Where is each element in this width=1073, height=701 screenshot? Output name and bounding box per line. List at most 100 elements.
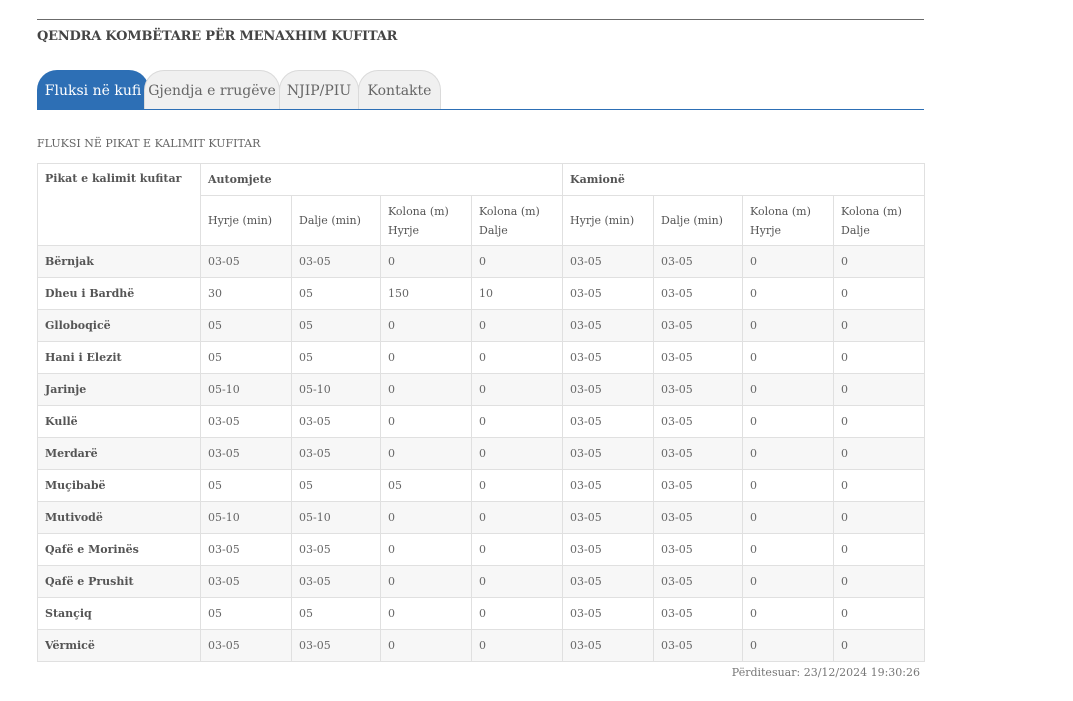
table-cell: 0 [470,469,564,502]
column-header: Hyrje (min) [200,195,292,246]
table-cell: 05 [291,277,381,310]
table-cell: 0 [380,533,472,566]
table-cell: 0 [380,437,472,470]
table-cell: 03-05 [562,245,655,278]
tab-gjendja-e-rrugeve[interactable]: Gjendja e rrugëve [144,70,280,109]
crossing-name: Jarinje [37,373,201,406]
table-cell: 0 [742,533,835,566]
table-cell: 0 [470,437,564,470]
crossing-name: Merdarë [37,437,201,470]
table-row: Hani i Elezit 05 05 0 0 03-05 03-05 0 0 [37,341,926,374]
table-row: Jarinje 05-10 05-10 0 0 03-05 03-05 0 0 [37,373,926,406]
table-cell: 0 [833,437,926,470]
tab-bar: Fluksi në kufi Gjendja e rrugëve NJIP/PI… [37,70,924,110]
table-cell: 03-05 [291,629,381,662]
table-cell: 03-05 [562,533,655,566]
table-cell: 03-05 [291,565,381,598]
crossing-name: Qafë e Morinës [37,533,201,566]
crossing-name: Kullë [37,405,201,438]
table-cell: 0 [380,629,472,662]
table-cell: 05-10 [291,501,381,534]
table-cell: 03-05 [653,341,744,374]
table-cell: 05 [200,341,292,374]
page-title: QENDRA KOMBËTARE PËR MENAXHIM KUFITAR [37,29,398,44]
crossing-name: Stançiq [37,597,201,630]
table-cell: 0 [742,629,835,662]
table-cell: 0 [833,341,926,374]
table-cell: 0 [742,341,835,374]
section-title: FLUKSI NË PIKAT E KALIMIT KUFITAR [37,137,261,150]
table-row: Dheu i Bardhë 30 05 150 10 03-05 03-05 0 0 [37,277,926,310]
table-cell: 03-05 [653,565,744,598]
column-header: Dalje (min) [653,195,744,246]
table-cell: 03-05 [291,533,381,566]
top-divider [37,19,924,20]
table-cell: 05 [291,469,381,502]
table-row: Merdarë 03-05 03-05 0 0 03-05 03-05 0 0 [37,437,926,470]
column-header: Kolona (m) Hyrje [380,195,472,246]
table-row: Qafë e Prushit 03-05 03-05 0 0 03-05 03-05 0 0 [37,565,926,598]
table-cell: 0 [742,373,835,406]
table-cell: 0 [833,373,926,406]
crossing-name: Mutivodë [37,501,201,534]
table-cell: 03-05 [291,405,381,438]
group-header-trucks: Kamionë [562,163,926,196]
table-row: Mutivodë 05-10 05-10 0 0 03-05 03-05 0 0 [37,501,926,534]
table-cell: 03-05 [562,405,655,438]
table-cell: 0 [833,405,926,438]
table-cell: 05-10 [200,501,292,534]
table-cell: 03-05 [653,405,744,438]
tab-kontakte[interactable]: Kontakte [358,70,441,109]
column-header-crossing: Pikat e kalimit kufitar [37,163,201,246]
table-cell: 0 [833,277,926,310]
table-cell: 0 [380,597,472,630]
table-cell: 0 [470,597,564,630]
column-header: Dalje (min) [291,195,381,246]
table-cell: 03-05 [653,501,744,534]
table-cell: 03-05 [200,533,292,566]
table-cell: 0 [833,501,926,534]
table-cell: 0 [470,629,564,662]
table-cell: 0 [742,245,835,278]
border-flux-table: Pikat e kalimit kufitar Automjete Kamion… [37,163,926,662]
table-cell: 30 [200,277,292,310]
table-cell: 0 [380,565,472,598]
table-cell: 05 [291,341,381,374]
crossing-name: Glloboqicë [37,309,201,342]
table-cell: 03-05 [653,309,744,342]
table-row: Vërmicë 03-05 03-05 0 0 03-05 03-05 0 0 [37,629,926,662]
crossing-name: Qafë e Prushit [37,565,201,598]
table-cell: 03-05 [653,277,744,310]
table-cell: 0 [742,597,835,630]
table-cell: 0 [742,565,835,598]
table-row: Bërnjak 03-05 03-05 0 0 03-05 03-05 0 0 [37,245,926,278]
table-row: Muçibabë 05 05 05 0 03-05 03-05 0 0 [37,469,926,502]
table-cell: 0 [470,341,564,374]
table-cell: 0 [833,245,926,278]
table-cell: 05-10 [200,373,292,406]
table-cell: 0 [742,277,835,310]
table-cell: 0 [833,597,926,630]
table-cell: 03-05 [200,405,292,438]
table-cell: 0 [470,309,564,342]
table-row: Glloboqicë 05 05 0 0 03-05 03-05 0 0 [37,309,926,342]
last-updated-text: Përditesuar: 23/12/2024 19:30:26 [731,666,920,679]
table-cell: 0 [380,373,472,406]
table-cell: 0 [742,309,835,342]
tab-njip-piu[interactable]: NJIP/PIU [279,70,359,109]
tab-fluksi-ne-kufi[interactable]: Fluksi në kufi [37,70,149,110]
table-cell: 03-05 [562,277,655,310]
table-cell: 0 [833,533,926,566]
table-cell: 0 [380,501,472,534]
table-row: Kullë 03-05 03-05 0 0 03-05 03-05 0 0 [37,405,926,438]
table-cell: 03-05 [562,501,655,534]
table-cell: 0 [833,565,926,598]
table-row: Stançiq 05 05 0 0 03-05 03-05 0 0 [37,597,926,630]
table-cell: 03-05 [562,469,655,502]
table-cell: 10 [470,277,564,310]
table-cell: 05 [291,309,381,342]
table-cell: 03-05 [291,245,381,278]
column-header: Kolona (m) Hyrje [742,195,835,246]
table-cell: 0 [470,533,564,566]
table-cell: 03-05 [291,437,381,470]
